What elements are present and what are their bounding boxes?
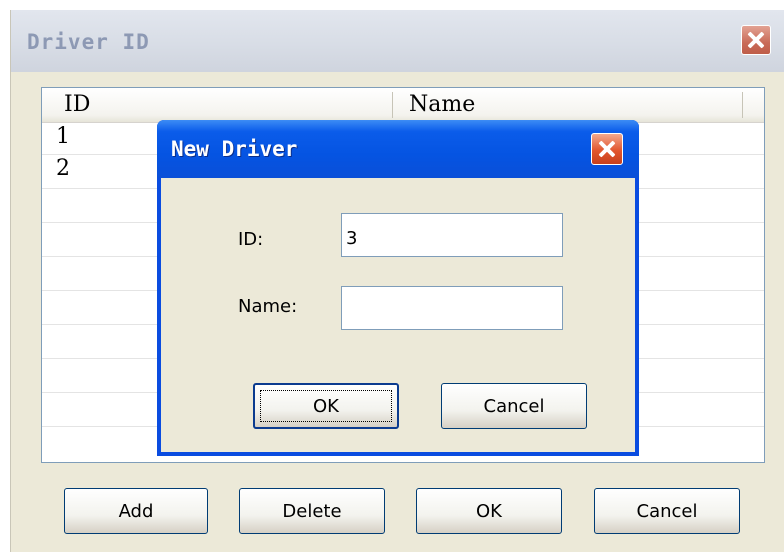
window-title-bar[interactable]: Driver ID <box>11 10 784 72</box>
row-id-cell: 1 <box>56 124 70 149</box>
id-field[interactable] <box>341 213 563 257</box>
dialog-close-button[interactable] <box>591 133 623 165</box>
cancel-button[interactable]: Cancel <box>594 488 740 534</box>
close-icon <box>599 141 615 157</box>
ok-button[interactable]: OK <box>416 488 562 534</box>
list-header: ID Name <box>42 88 764 123</box>
window-title: Driver ID <box>27 30 150 54</box>
delete-button[interactable]: Delete <box>239 488 385 534</box>
dialog-ok-button[interactable]: OK <box>253 383 399 429</box>
id-label: ID: <box>238 229 264 250</box>
name-label: Name: <box>238 296 298 317</box>
column-separator[interactable] <box>392 92 393 118</box>
column-header-id[interactable]: ID <box>64 90 90 120</box>
column-header-name[interactable]: Name <box>409 90 475 120</box>
name-field[interactable] <box>341 286 563 330</box>
column-separator[interactable] <box>742 92 743 118</box>
row-id-cell: 2 <box>56 156 70 181</box>
dialog-cancel-button[interactable]: Cancel <box>441 383 587 429</box>
window-close-button[interactable] <box>741 25 771 55</box>
add-button[interactable]: Add <box>64 488 208 534</box>
dialog-ok-label: OK <box>313 395 339 417</box>
new-driver-dialog: New Driver ID: Name: OK Cancel <box>157 120 639 456</box>
dialog-title-bar[interactable]: New Driver <box>157 120 639 178</box>
dialog-body: ID: Name: OK Cancel <box>161 178 635 452</box>
close-icon <box>748 32 764 48</box>
dialog-title: New Driver <box>171 137 298 161</box>
